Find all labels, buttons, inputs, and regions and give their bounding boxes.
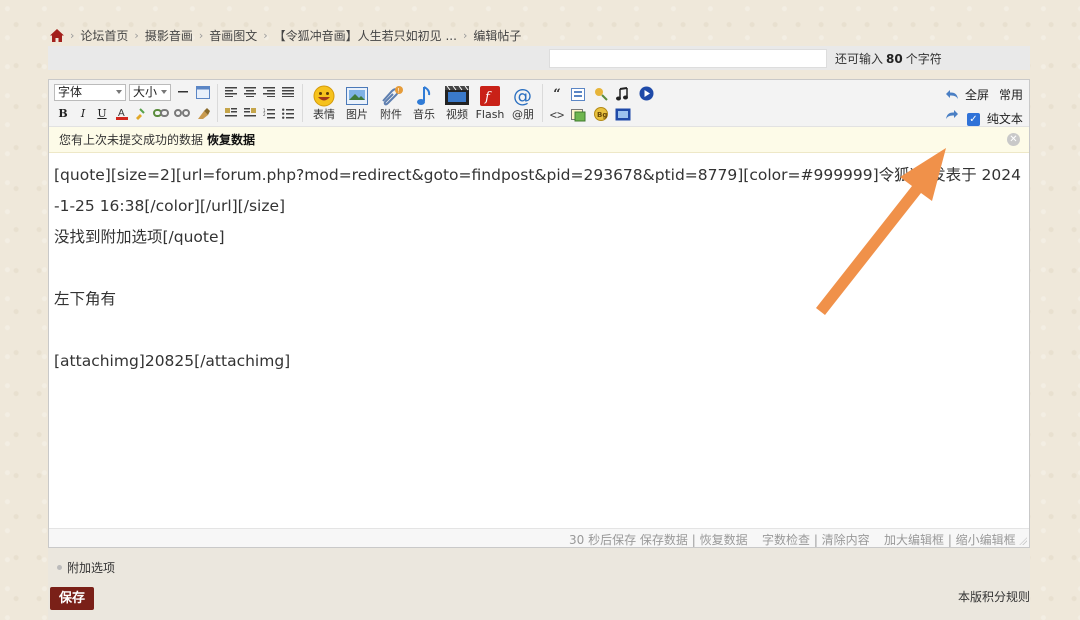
- fullscreen-button[interactable]: 全屏: [965, 86, 989, 103]
- title-bar: 还可输入 80 个字符: [48, 46, 1030, 70]
- breadcrumb-separator: ›: [462, 28, 468, 42]
- extra-options-link[interactable]: 附加选项: [57, 559, 115, 576]
- breadcrumb-separator: ›: [263, 28, 268, 42]
- paperclip-icon: !: [382, 86, 403, 106]
- ordered-list-icon[interactable]: 12: [262, 106, 276, 120]
- audio-icon[interactable]: [615, 86, 631, 102]
- breadcrumb-thread[interactable]: 【令狐冲音画】人生若只如初见 ...: [274, 27, 457, 44]
- close-icon[interactable]: ✕: [1007, 133, 1020, 146]
- restore-data-link[interactable]: 恢复数据: [207, 133, 255, 147]
- mention-button[interactable]: @ @朋: [506, 84, 540, 124]
- credit-rules-link[interactable]: 本版积分规则: [958, 588, 1030, 605]
- hide-icon[interactable]: [593, 86, 609, 102]
- align-justify-icon[interactable]: [281, 86, 295, 98]
- breadcrumb-audio-text[interactable]: 音画图文: [209, 27, 257, 44]
- autosave-status[interactable]: 30 秒后保存 保存数据 | 恢复数据: [569, 531, 748, 548]
- music-button[interactable]: 音乐: [407, 84, 441, 124]
- flash-button[interactable]: f Flash: [473, 84, 507, 124]
- svg-text:Bg: Bg: [597, 111, 607, 119]
- bullet-icon: [57, 565, 62, 570]
- quote-icon[interactable]: “: [549, 86, 565, 102]
- notice-text: 您有上次未提交成功的数据: [59, 133, 204, 147]
- size-select[interactable]: 大小: [129, 84, 171, 101]
- chevron-down-icon: [161, 90, 167, 94]
- breadcrumb-separator: ›: [70, 28, 75, 42]
- breadcrumb-photo-audio[interactable]: 摄影音画: [145, 27, 193, 44]
- image-icon: [346, 87, 368, 105]
- svg-text:@: @: [513, 85, 532, 107]
- code-icon[interactable]: <>: [549, 107, 565, 123]
- submit-bar: 保存 本版积分规则: [48, 582, 1030, 620]
- editor-statusbar: 30 秒后保存 保存数据 | 恢复数据 字数检查 | 清除内容 加大编辑框 | …: [49, 528, 1029, 547]
- resize-links[interactable]: 加大编辑框 | 缩小编辑框: [884, 531, 1016, 548]
- font-color-icon[interactable]: A: [115, 106, 129, 120]
- bold-button[interactable]: B: [57, 106, 69, 120]
- table-icon[interactable]: [196, 85, 210, 99]
- breadcrumb-separator: ›: [134, 28, 139, 42]
- breadcrumb-edit-post: 编辑帖子: [473, 28, 522, 43]
- slideshow-icon[interactable]: [615, 106, 631, 122]
- resize-grip-icon[interactable]: [1019, 537, 1027, 545]
- svg-text:2: 2: [263, 112, 266, 117]
- char-remaining: 还可输入 80 个字符: [835, 52, 942, 66]
- svg-text:!: !: [397, 88, 399, 95]
- underline-button[interactable]: U: [96, 106, 108, 120]
- home-icon[interactable]: [50, 28, 64, 42]
- chevron-down-icon: [116, 90, 122, 94]
- hr-icon[interactable]: [176, 85, 190, 99]
- at-icon: @: [513, 85, 532, 107]
- clear-format-icon[interactable]: [195, 106, 211, 120]
- link-icon[interactable]: [153, 106, 169, 120]
- password-icon[interactable]: [570, 106, 586, 122]
- extra-options-bar: 附加选项: [48, 548, 1030, 582]
- annotation-arrow-icon: [816, 148, 946, 315]
- title-input[interactable]: [549, 49, 827, 68]
- undo-icon[interactable]: [944, 87, 960, 101]
- breadcrumb-separator: ›: [198, 28, 204, 42]
- float-left-icon[interactable]: [224, 106, 238, 120]
- smiley-icon: [313, 85, 335, 107]
- align-left-icon[interactable]: [224, 86, 238, 98]
- toolbar-separator: [302, 84, 303, 122]
- redo-icon[interactable]: [944, 107, 960, 121]
- background-icon[interactable]: Bg: [593, 106, 609, 122]
- align-center-icon[interactable]: [243, 86, 257, 98]
- plain-text-label: 纯文本: [986, 112, 1023, 126]
- unlink-icon[interactable]: [174, 106, 190, 120]
- breadcrumb-forum-home[interactable]: 论坛首页: [80, 27, 128, 44]
- video-icon: [445, 86, 469, 105]
- align-right-icon[interactable]: [262, 86, 276, 98]
- music-note-icon: [417, 86, 431, 105]
- checkbox-checked-icon[interactable]: ✓: [967, 113, 980, 126]
- image-button[interactable]: 图片: [340, 84, 374, 124]
- flash-icon: f: [480, 86, 500, 106]
- toolbar-separator: [542, 84, 543, 122]
- unordered-list-icon[interactable]: [281, 106, 295, 120]
- spellcheck-icon[interactable]: [134, 106, 148, 120]
- float-right-icon[interactable]: [243, 106, 257, 120]
- wordcheck-links[interactable]: 字数检查 | 清除内容: [762, 531, 870, 548]
- plain-text-toggle[interactable]: ✓ 纯文本: [967, 110, 1023, 127]
- video-button[interactable]: 视频: [440, 84, 474, 124]
- italic-button[interactable]: I: [77, 106, 89, 120]
- font-select[interactable]: 字体: [54, 84, 126, 101]
- emoji-button[interactable]: 表情: [307, 84, 341, 124]
- editor-toolbar: 字体 大小 B I U A 1 2 表情 图片 ! 附件 音乐 视频 f Fla…: [49, 80, 1029, 127]
- breadcrumb: › 论坛首页 › 摄影音画 › 音画图文 › 【令狐冲音画】人生若只如初见 ..…: [50, 27, 521, 43]
- play-icon[interactable]: [638, 85, 654, 101]
- common-mode-button[interactable]: 常用: [999, 86, 1023, 103]
- free-block-icon[interactable]: [570, 86, 586, 102]
- attachment-button[interactable]: ! 附件: [374, 84, 408, 124]
- toolbar-separator: [217, 84, 218, 122]
- save-button[interactable]: 保存: [50, 587, 94, 610]
